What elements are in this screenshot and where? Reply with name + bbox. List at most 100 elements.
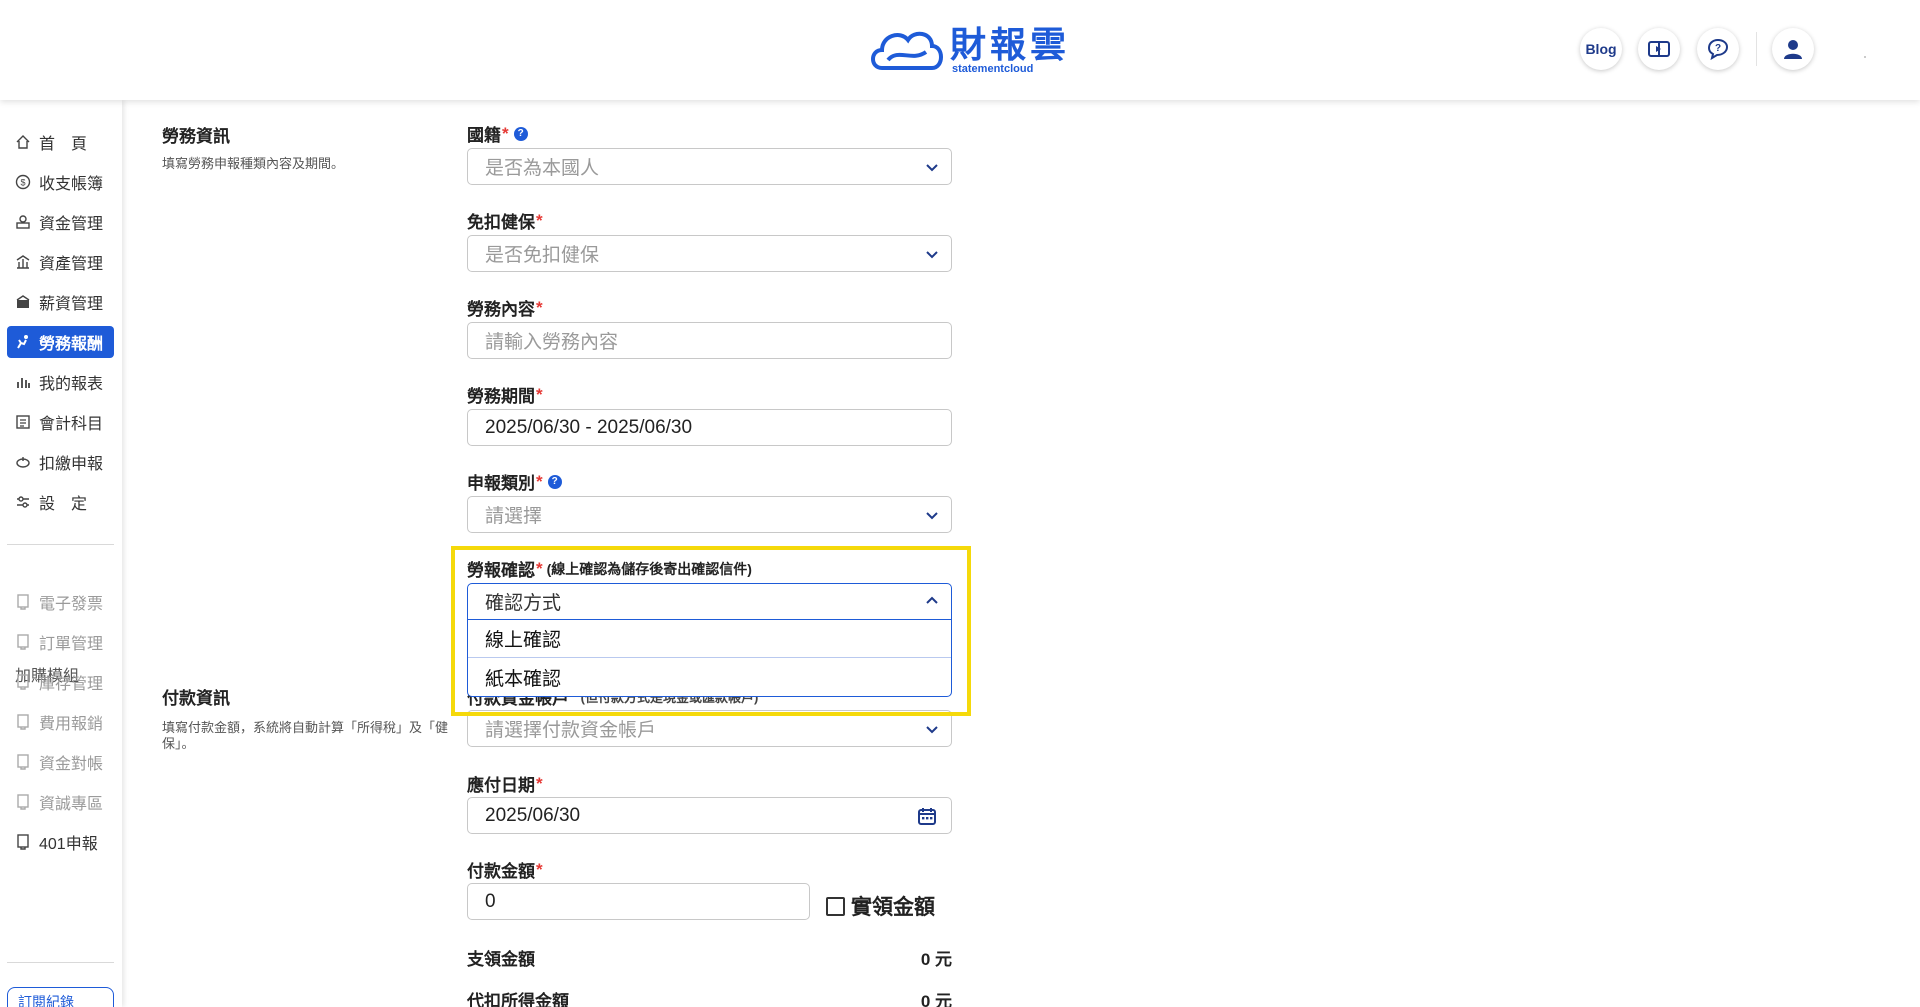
- sidebar-item-label: 薪資管理: [39, 296, 104, 313]
- sidebar-item-label: 401申報: [39, 836, 98, 853]
- sidebar-item-labor[interactable]: 勞務報酬: [7, 326, 114, 358]
- health-exempt-select[interactable]: 是否免扣健保: [467, 235, 952, 272]
- help-icon[interactable]: ?: [513, 126, 528, 141]
- help-chat-icon: ?: [1707, 38, 1729, 61]
- svg-text:$: $: [20, 178, 25, 188]
- option-paper-confirm[interactable]: 紙本確認: [468, 658, 951, 696]
- tax-amount-value: 0 元: [920, 992, 952, 1007]
- sidebar-item-home[interactable]: 首 頁: [7, 126, 114, 158]
- sidebar-item-label: 設 定: [39, 496, 88, 513]
- subscription-label: 訂閱紀錄: [18, 994, 74, 1007]
- labor-content-label: 勞務內容 *: [467, 297, 543, 320]
- sidebar-addon-expense[interactable]: 費用報銷: [7, 706, 114, 738]
- sidebar-item-label: 電子發票: [39, 596, 104, 613]
- sidebar-addon-einvoice[interactable]: 電子發票: [7, 586, 114, 618]
- sidebar-item-label: 資金管理: [39, 216, 104, 233]
- sidebar-item-label: 訂單管理: [39, 636, 104, 653]
- confirm-method-dropdown[interactable]: 確認方式 線上確認 紙本確認: [467, 583, 952, 697]
- sidebar-addon-reconcile[interactable]: 資金對帳: [7, 746, 114, 778]
- module-icon: [15, 794, 31, 810]
- sidebar-item-funds[interactable]: 資金管理: [7, 206, 114, 238]
- app-logo[interactable]: 財報雲 statementcloud: [868, 22, 1070, 78]
- sidebar-addon-inventory[interactable]: 庫存管理: [7, 666, 114, 698]
- payment-section-desc: 填寫付款金額，系統將自動計算「所得稅」及「健保」。: [162, 720, 449, 751]
- pay-amount-label: 付款金額 *: [467, 859, 543, 882]
- blog-label: Blog: [1585, 41, 1617, 57]
- sidebar-item-label: 庫存管理: [39, 676, 104, 693]
- nationality-select[interactable]: 是否為本國人: [467, 148, 952, 185]
- subscription-button[interactable]: 訂閱紀錄: [7, 987, 114, 1007]
- sidebar-item-settings[interactable]: 設 定: [7, 486, 114, 518]
- sidebar-item-label: 收支帳簿: [39, 176, 104, 193]
- health-exempt-label: 免扣健保 *: [467, 210, 543, 233]
- chevron-down-icon: [926, 726, 938, 734]
- home-icon: [15, 134, 31, 150]
- tax-amount-label: 代扣所得金額: [467, 992, 569, 1007]
- labor-period-input[interactable]: 2025/06/30 - 2025/06/30: [467, 409, 952, 446]
- chevron-up-icon: [926, 596, 938, 604]
- net-amount-checkbox[interactable]: 實領金額: [826, 891, 935, 921]
- assets-icon: [15, 254, 31, 270]
- labor-period-label: 勞務期間 *: [467, 384, 543, 407]
- labor-icon: [15, 334, 31, 350]
- sidebar-addon-pwc[interactable]: 資誠專區: [7, 786, 114, 818]
- labor-content-input[interactable]: 請輸入勞務內容: [467, 322, 952, 359]
- help-icon[interactable]: ?: [547, 474, 562, 489]
- user-avatar-button[interactable]: [1772, 28, 1814, 70]
- sidebar-item-accounts[interactable]: 會計科目: [7, 406, 114, 438]
- due-date-label: 應付日期 *: [467, 773, 543, 796]
- sidebar-item-label: 資金對帳: [39, 756, 104, 773]
- cloud-logo-icon: [871, 31, 943, 70]
- confirm-method-select[interactable]: 確認方式: [468, 584, 951, 620]
- module-icon: [15, 594, 31, 610]
- svg-text:?: ?: [1715, 43, 1721, 54]
- sidebar-addon-orders[interactable]: 訂單管理: [7, 626, 114, 658]
- net-amount-label: 實領金額: [851, 896, 935, 919]
- accounts-icon: [15, 414, 31, 430]
- sidebar: 首 頁 $ 收支帳簿 資金管理 資產管理 薪資管理 勞務報酬 我的報表 會計科目…: [0, 100, 122, 1007]
- chevron-down-icon: [926, 164, 938, 172]
- header-divider: [1756, 32, 1757, 66]
- help-chat-button[interactable]: ?: [1697, 28, 1739, 70]
- module-icon: [15, 714, 31, 730]
- report-type-select[interactable]: 請選擇: [467, 496, 952, 533]
- funds-icon: [15, 214, 31, 230]
- paid-amount-value: 0 元: [920, 950, 952, 969]
- sidebar-item-label: 資產管理: [39, 256, 104, 273]
- sidebar-item-ledger[interactable]: $ 收支帳簿: [7, 166, 114, 198]
- sidebar-item-reports[interactable]: 我的報表: [7, 366, 114, 398]
- calendar-icon[interactable]: [917, 806, 937, 826]
- chevron-down-icon: [926, 251, 938, 259]
- sidebar-item-assets[interactable]: 資產管理: [7, 246, 114, 278]
- sidebar-item-label: 我的報表: [39, 376, 104, 393]
- report-type-label: 申報類別 * ?: [467, 469, 562, 494]
- sidebar-item-label: 首 頁: [39, 136, 88, 153]
- sidebar-item-withholding[interactable]: 扣繳申報: [7, 446, 114, 478]
- nationality-label: 國籍 * ?: [467, 121, 528, 146]
- labor-section-desc: 填寫勞務申報種類內容及期間。: [162, 156, 345, 171]
- pay-amount-input[interactable]: 0: [467, 883, 810, 920]
- ledger-icon: $: [15, 174, 31, 190]
- module-icon: [15, 634, 31, 650]
- chevron-down-icon: [926, 512, 938, 520]
- sidebar-addon-401[interactable]: 401申報: [7, 826, 114, 858]
- report-icon: [15, 374, 31, 390]
- module-icon: [15, 674, 31, 690]
- blog-button[interactable]: Blog: [1580, 28, 1622, 70]
- video-guide-button[interactable]: [1638, 28, 1680, 70]
- sidebar-item-label: 資誠專區: [39, 796, 104, 813]
- sidebar-item-label: 扣繳申報: [39, 456, 104, 473]
- sidebar-divider: [7, 544, 114, 545]
- due-date-input[interactable]: 2025/06/30: [467, 797, 952, 834]
- logo-title: 財報雲: [950, 23, 1071, 65]
- payroll-icon: [15, 294, 31, 310]
- payment-section-title: 付款資訊: [162, 689, 230, 708]
- user-icon: [1784, 40, 1802, 59]
- withholding-icon: [15, 454, 31, 470]
- sidebar-item-payroll[interactable]: 薪資管理: [7, 286, 114, 318]
- option-online-confirm[interactable]: 線上確認: [468, 620, 951, 658]
- paid-amount-label: 支領金額: [467, 950, 535, 969]
- checkbox-box[interactable]: [826, 896, 845, 916]
- sidebar-item-label: 會計科目: [39, 416, 104, 433]
- settings-icon: [15, 494, 31, 510]
